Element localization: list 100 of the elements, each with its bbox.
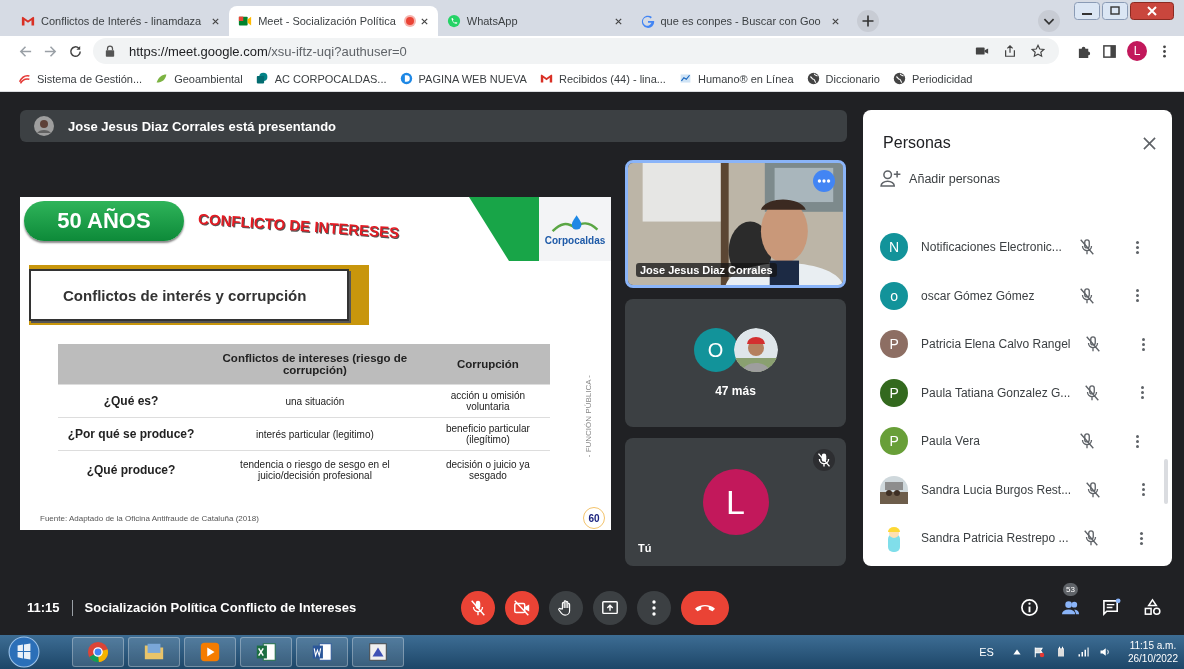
- participant-row[interactable]: N Notificaciones Electronic...: [863, 223, 1172, 272]
- table-cell: decisión o juicio ya sesgado: [425, 450, 550, 489]
- taskbar-app[interactable]: [296, 637, 348, 667]
- google-g-icon: [640, 14, 655, 28]
- close-icon[interactable]: [419, 16, 429, 26]
- participant-name: Sandra Lucia Burgos Rest...: [921, 482, 1072, 497]
- signal-icon[interactable]: [1076, 646, 1089, 658]
- browser-tab[interactable]: Conflictos de Interés - linamdaza: [12, 6, 230, 36]
- activities-icon[interactable]: [1143, 598, 1162, 617]
- participant-row[interactable]: Sandra Patricia Restrepo ...: [863, 514, 1172, 563]
- participant-row[interactable]: P Paula Tatiana Gonzalez G...: [863, 368, 1172, 417]
- more-options-icon[interactable]: [813, 170, 835, 192]
- dropdown-icon[interactable]: [1038, 10, 1060, 32]
- taskbar-app[interactable]: [128, 637, 180, 667]
- participant-tile[interactable]: L Tú: [625, 438, 846, 566]
- participant-tile[interactable]: O 47 más: [625, 299, 846, 427]
- close-icon[interactable]: [830, 16, 840, 26]
- taskbar-app[interactable]: [72, 637, 124, 667]
- side-label: - FUNCIÓN PÚBLICA -: [584, 375, 593, 458]
- more-options-icon[interactable]: [1135, 239, 1140, 255]
- bookmark[interactable]: Diccionario: [806, 72, 880, 85]
- panel-title: Personas: [883, 134, 952, 152]
- more-options-icon[interactable]: [1141, 482, 1147, 498]
- avatar: P: [880, 378, 909, 407]
- video-camera-icon: [238, 14, 253, 28]
- participant-row[interactable]: P Paula Vera: [863, 417, 1172, 466]
- more-options-icon: [651, 599, 656, 616]
- present-button[interactable]: [592, 590, 627, 625]
- leave-button[interactable]: [680, 590, 729, 625]
- speaker-icon[interactable]: [1098, 646, 1111, 658]
- more-options-icon[interactable]: [1140, 385, 1146, 401]
- close-icon[interactable]: [613, 16, 623, 26]
- table-cell: ¿Qué produce?: [58, 450, 204, 489]
- language-indicator[interactable]: ES: [979, 646, 994, 658]
- start-button[interactable]: [8, 636, 40, 668]
- taskbar-app[interactable]: [184, 637, 236, 667]
- more-button[interactable]: [636, 590, 671, 625]
- more-options-icon[interactable]: [1135, 433, 1140, 449]
- taskbar-app[interactable]: [352, 637, 404, 667]
- participant-count: 53: [1063, 583, 1078, 596]
- mail-icon: [539, 72, 553, 85]
- participant-name: Sandra Patricia Restrepo ...: [921, 531, 1069, 546]
- add-people-link[interactable]: Añadir personas: [880, 170, 1001, 187]
- more-options-icon[interactable]: [1140, 336, 1146, 352]
- clock-time[interactable]: 11:15 a.m.: [1129, 639, 1177, 652]
- participant-name: Notificaciones Electronic...: [921, 240, 1063, 255]
- bookmark[interactable]: Geoambiental: [155, 72, 243, 85]
- participant-tile[interactable]: Jose Jesus Diaz Corrales: [625, 160, 846, 288]
- close-icon[interactable]: [211, 16, 221, 26]
- more-options-icon[interactable]: [1138, 530, 1144, 546]
- d-logo-icon: [399, 72, 413, 85]
- flag-icon[interactable]: [1032, 646, 1045, 658]
- table-cell: interés particular (legitimo): [204, 417, 426, 451]
- close-icon[interactable]: [1143, 136, 1156, 150]
- participant-row[interactable]: Sandra Lucia Burgos Rest...: [863, 465, 1172, 514]
- present-screen-icon: [600, 598, 619, 617]
- browser-tab[interactable]: que es conpes - Buscar con Goo: [631, 6, 849, 36]
- camera-icon: [512, 598, 531, 617]
- globe-icon: [806, 72, 820, 85]
- tab-title: WhatsApp: [466, 15, 518, 27]
- side-panel-icon[interactable]: [1102, 43, 1117, 59]
- close-icon[interactable]: [1130, 2, 1174, 20]
- participant-name: Tú: [638, 542, 652, 554]
- new-tab-icon[interactable]: [856, 10, 879, 32]
- browser-tab[interactable]: WhatsApp: [437, 6, 632, 36]
- info-icon[interactable]: [1020, 598, 1039, 617]
- scrollbar-thumb[interactable]: [1164, 459, 1168, 504]
- profile-avatar[interactable]: L: [1127, 41, 1147, 61]
- camera-button[interactable]: [504, 590, 539, 625]
- avatar: L: [702, 469, 769, 535]
- table-header-cell: Conflictos de intereses (riesgo de corrupción): [204, 344, 426, 385]
- more-options-icon[interactable]: [1135, 288, 1140, 304]
- participant-row[interactable]: o oscar Gómez Gómez: [863, 271, 1172, 320]
- bookmark[interactable]: Periodicidad: [892, 72, 973, 85]
- chat-icon[interactable]: [1102, 598, 1121, 617]
- participant-name: Paula Tatiana Gonzalez G...: [921, 385, 1071, 400]
- share-icon[interactable]: [1003, 44, 1017, 58]
- slide-badge: 50 AÑOS: [24, 201, 184, 241]
- table-cell: ¿Qué es?: [58, 384, 204, 418]
- lock-icon: [105, 45, 115, 57]
- participant-row[interactable]: P Patricia Elena Calvo Rangel: [863, 320, 1172, 369]
- add-person-icon: [880, 170, 902, 187]
- mic-button[interactable]: [460, 590, 495, 625]
- minimize-icon[interactable]: [1074, 2, 1100, 20]
- globe-icon: [892, 72, 906, 85]
- star-icon[interactable]: [1031, 44, 1045, 58]
- reload-icon[interactable]: [68, 43, 83, 59]
- url-text: https://meet.google.com/xsu-iftz-uqi?authuser=0: [129, 43, 407, 59]
- source-note: Fuente: Adaptado de la Oficina Antifraude de Cataluña (2018): [40, 513, 260, 523]
- table-cell: acción u omisión voluntaria: [425, 384, 550, 418]
- address-bar[interactable]: https://meet.google.com/xsu-iftz-uqi?authuser=0: [93, 38, 1059, 64]
- maximize-icon[interactable]: [1102, 2, 1128, 20]
- mountain-drop-icon: [551, 212, 599, 235]
- hand-button[interactable]: [548, 590, 583, 625]
- browser-tab[interactable]: Meet - Socialización Política: [229, 6, 438, 36]
- bookmark-label: Geoambiental: [174, 72, 243, 85]
- clock-date[interactable]: 26/10/2022: [1127, 652, 1178, 665]
- taskbar-app[interactable]: [240, 637, 292, 667]
- bookmark[interactable]: Sistema de Gestión...: [18, 72, 143, 85]
- bookmark[interactable]: Humano® en Línea: [678, 72, 794, 85]
